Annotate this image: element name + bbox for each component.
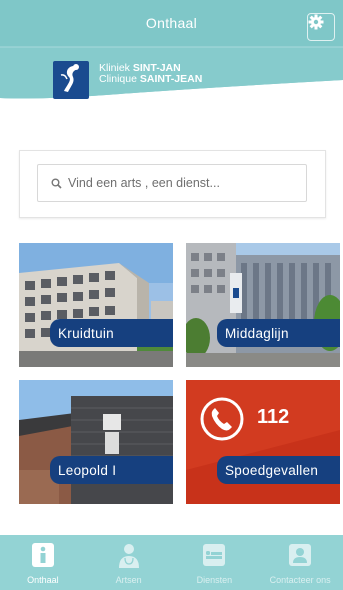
tile-label: Leopold I <box>50 456 173 484</box>
tile-label: Kruidtuin <box>50 319 173 347</box>
app-header: Onthaal Kliniek SINT-JAN Clinique SAINT-… <box>0 0 343 100</box>
gear-icon <box>308 14 324 30</box>
doctor-icon <box>118 544 139 568</box>
kruidtuin-building-image <box>19 243 173 367</box>
info-icon <box>31 543 54 567</box>
tab-contacteer-ons[interactable]: Contacteer ons <box>257 535 343 590</box>
emergency-number: 112 <box>257 406 290 428</box>
search-icon <box>51 178 62 189</box>
tile-label: Spoedgevallen <box>217 456 340 484</box>
middaglijn-building-image <box>186 243 340 367</box>
phone-icon <box>200 397 244 441</box>
contact-icon <box>289 544 312 566</box>
tab-label: Artsen <box>115 575 142 585</box>
search-box[interactable] <box>37 164 307 202</box>
tile-label: Middaglijn <box>217 319 340 347</box>
tab-label: Onthaal <box>27 575 59 585</box>
saint-logo-icon <box>53 61 89 99</box>
tile-middaglijn[interactable]: Middaglijn <box>186 243 340 367</box>
bottom-nav: Onthaal Artsen Diensten Contacteer ons <box>0 535 343 590</box>
brand-name: Kliniek SINT-JAN Clinique SAINT-JEAN <box>99 62 203 85</box>
bed-icon <box>203 544 226 566</box>
settings-button[interactable] <box>307 13 335 41</box>
tab-onthaal[interactable]: Onthaal <box>0 535 86 590</box>
tile-spoedgevallen[interactable]: 112 Spoedgevallen <box>186 380 340 504</box>
search-input[interactable] <box>68 176 298 190</box>
tab-label: Contacteer ons <box>269 575 331 585</box>
tab-label: Diensten <box>196 575 233 585</box>
search-card <box>19 150 326 218</box>
page-title: Onthaal <box>145 15 198 31</box>
tab-artsen[interactable]: Artsen <box>86 535 172 590</box>
tab-diensten[interactable]: Diensten <box>172 535 258 590</box>
tile-leopold-i[interactable]: Leopold I <box>19 380 173 504</box>
leopold-building-image <box>19 380 173 504</box>
tile-kruidtuin[interactable]: Kruidtuin <box>19 243 173 367</box>
